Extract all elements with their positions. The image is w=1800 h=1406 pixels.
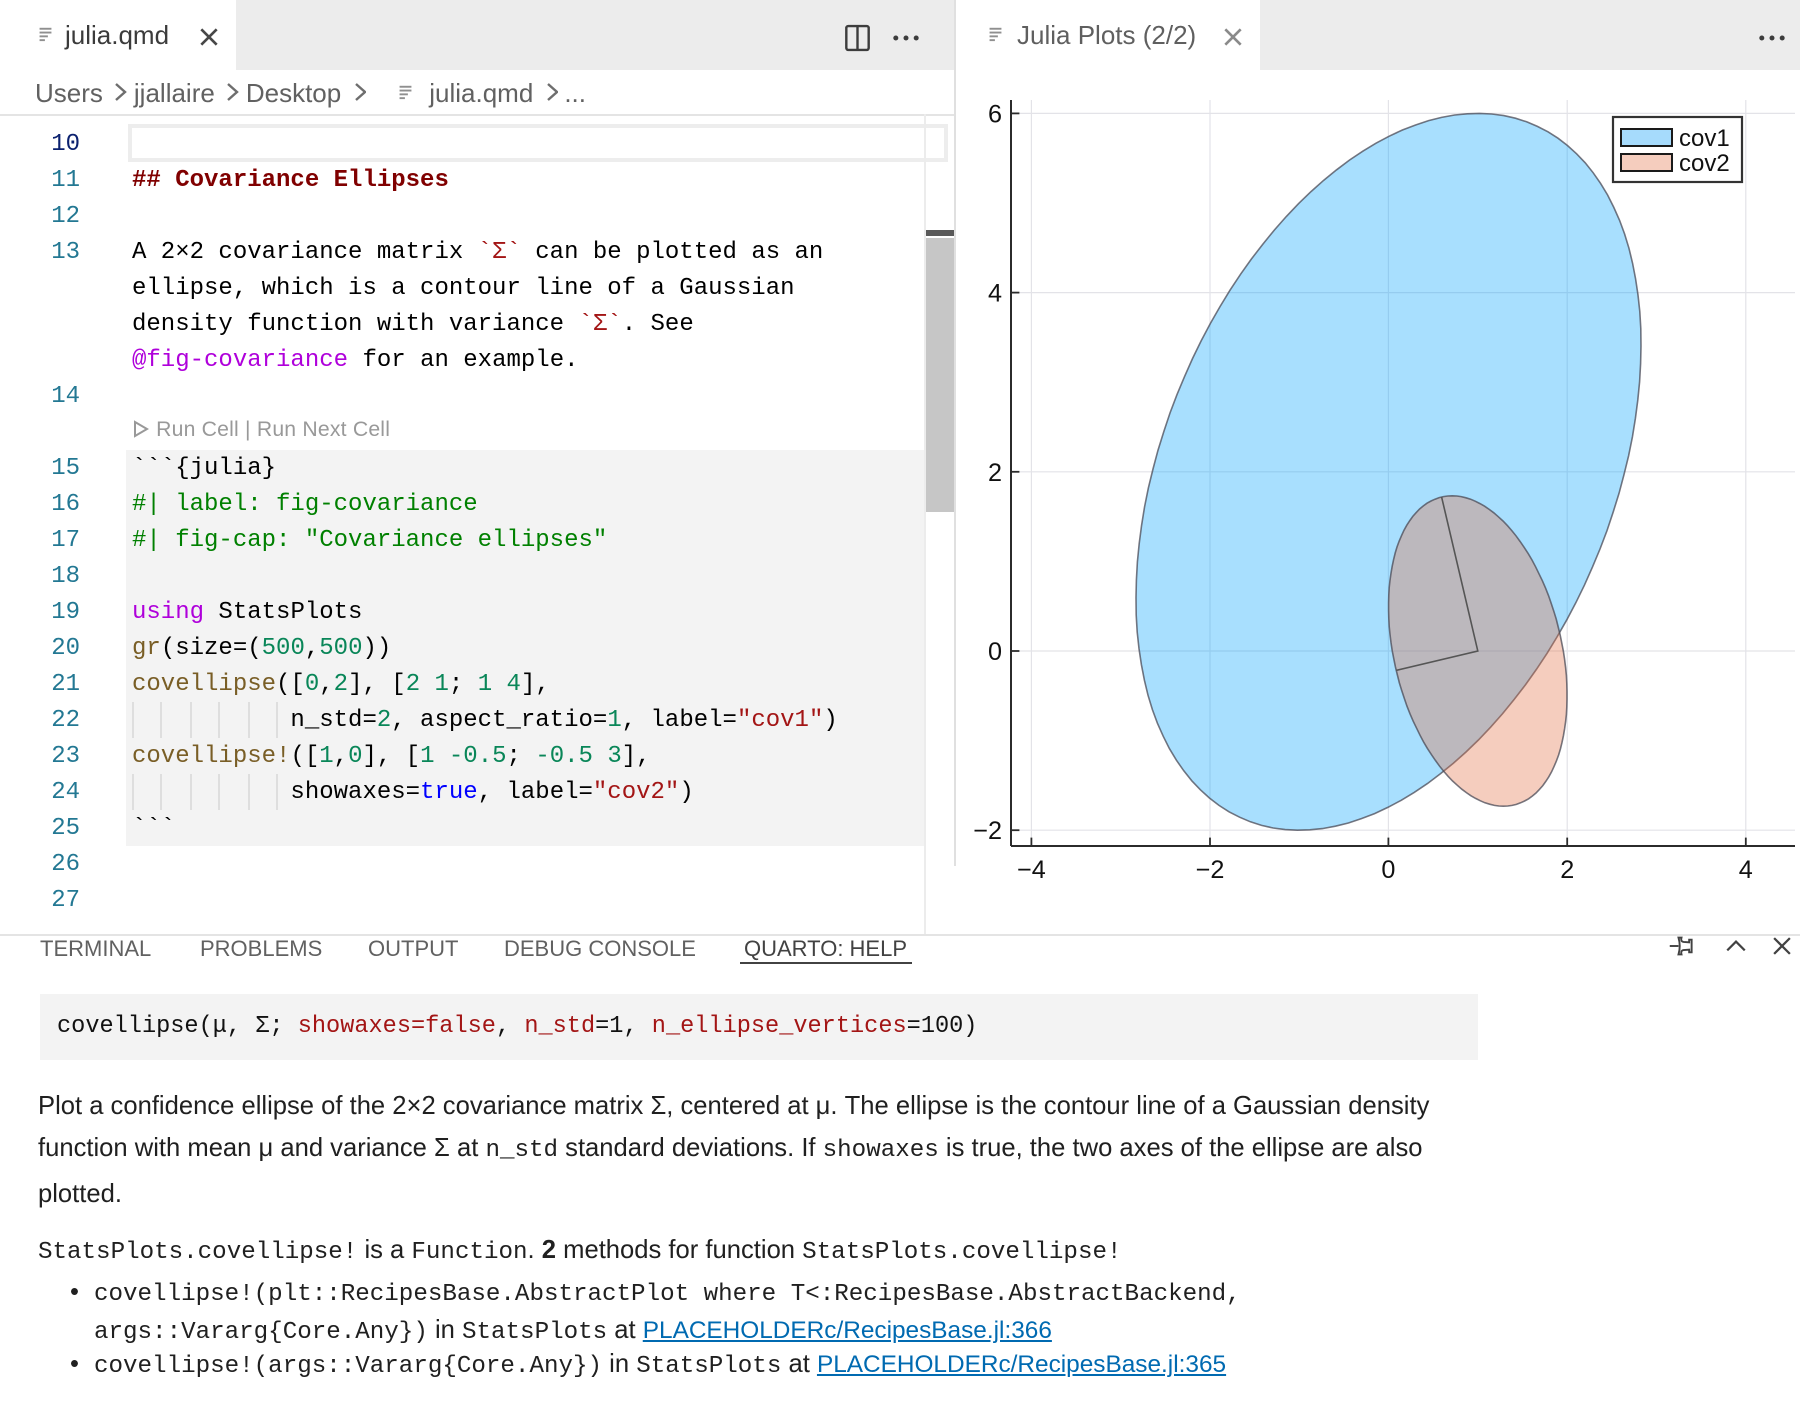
svg-text:−2: −2 (1196, 856, 1225, 884)
svg-text:2: 2 (1560, 856, 1574, 884)
svg-text:2: 2 (988, 459, 1002, 487)
svg-text:−4: −4 (1017, 856, 1046, 884)
svg-text:−2: −2 (973, 817, 1002, 845)
svg-text:cov1: cov1 (1679, 125, 1730, 152)
svg-text:4: 4 (988, 280, 1002, 308)
svg-text:4: 4 (1739, 856, 1753, 884)
svg-text:6: 6 (988, 100, 1002, 128)
svg-text:0: 0 (1381, 856, 1395, 884)
svg-text:0: 0 (988, 638, 1002, 666)
svg-text:cov2: cov2 (1679, 150, 1730, 177)
